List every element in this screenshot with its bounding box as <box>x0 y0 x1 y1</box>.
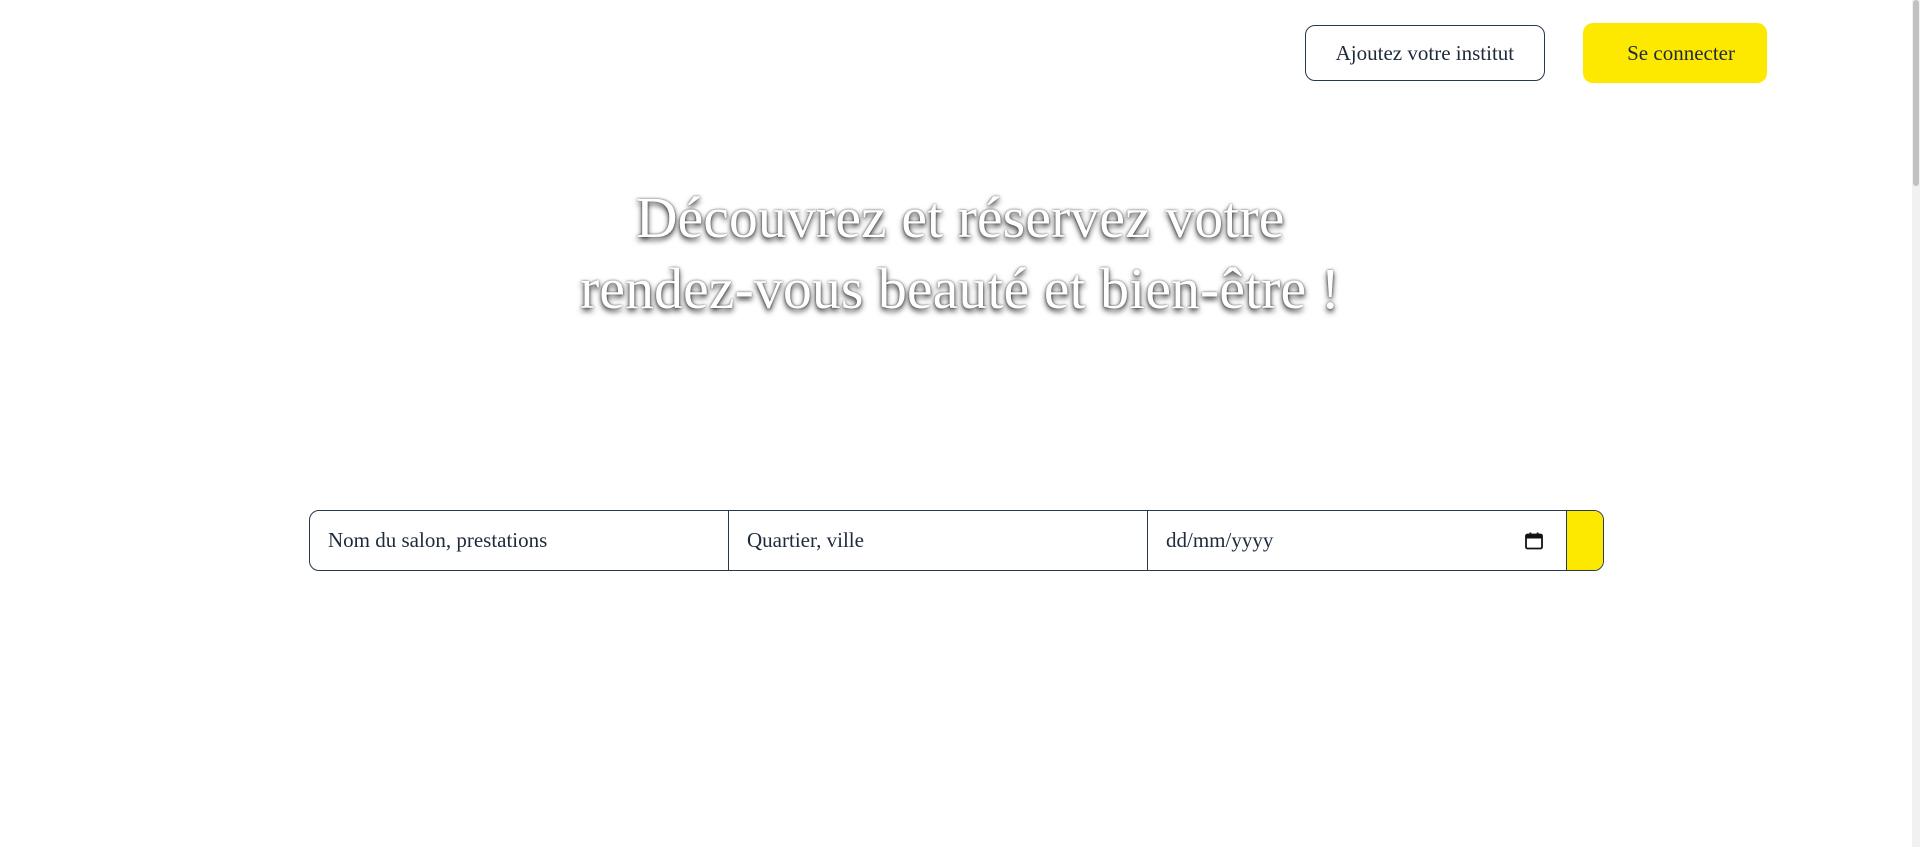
date-input[interactable]: dd/mm/yyyy <box>1148 511 1567 570</box>
hero-title-line-1: Découvrez et réservez votre <box>635 185 1285 250</box>
page: Ajoutez votre institut Se connecter Déco… <box>0 0 1920 847</box>
add-institute-button[interactable]: Ajoutez votre institut <box>1304 25 1546 81</box>
location-input[interactable]: Quartier, ville <box>729 511 1148 570</box>
salon-search-input[interactable]: Nom du salon, prestations <box>310 511 729 570</box>
search-submit-button[interactable] <box>1567 511 1603 570</box>
calendar-icon[interactable] <box>1524 531 1544 551</box>
header-actions: Ajoutez votre institut Se connecter <box>1304 23 1767 83</box>
search-bar: Nom du salon, prestations Quartier, vill… <box>309 510 1604 571</box>
hero-title-line-2: rendez-vous beauté et bien-être ! <box>579 256 1341 321</box>
hero-title: Découvrez et réservez votre rendez-vous … <box>0 182 1920 324</box>
salon-search-placeholder: Nom du salon, prestations <box>328 528 548 552</box>
login-button[interactable]: Se connecter <box>1583 23 1767 83</box>
location-placeholder: Quartier, ville <box>747 528 864 552</box>
scrollbar-thumb[interactable] <box>1913 0 1919 186</box>
date-placeholder: dd/mm/yyyy <box>1166 528 1274 552</box>
scrollbar[interactable] <box>1912 0 1920 847</box>
